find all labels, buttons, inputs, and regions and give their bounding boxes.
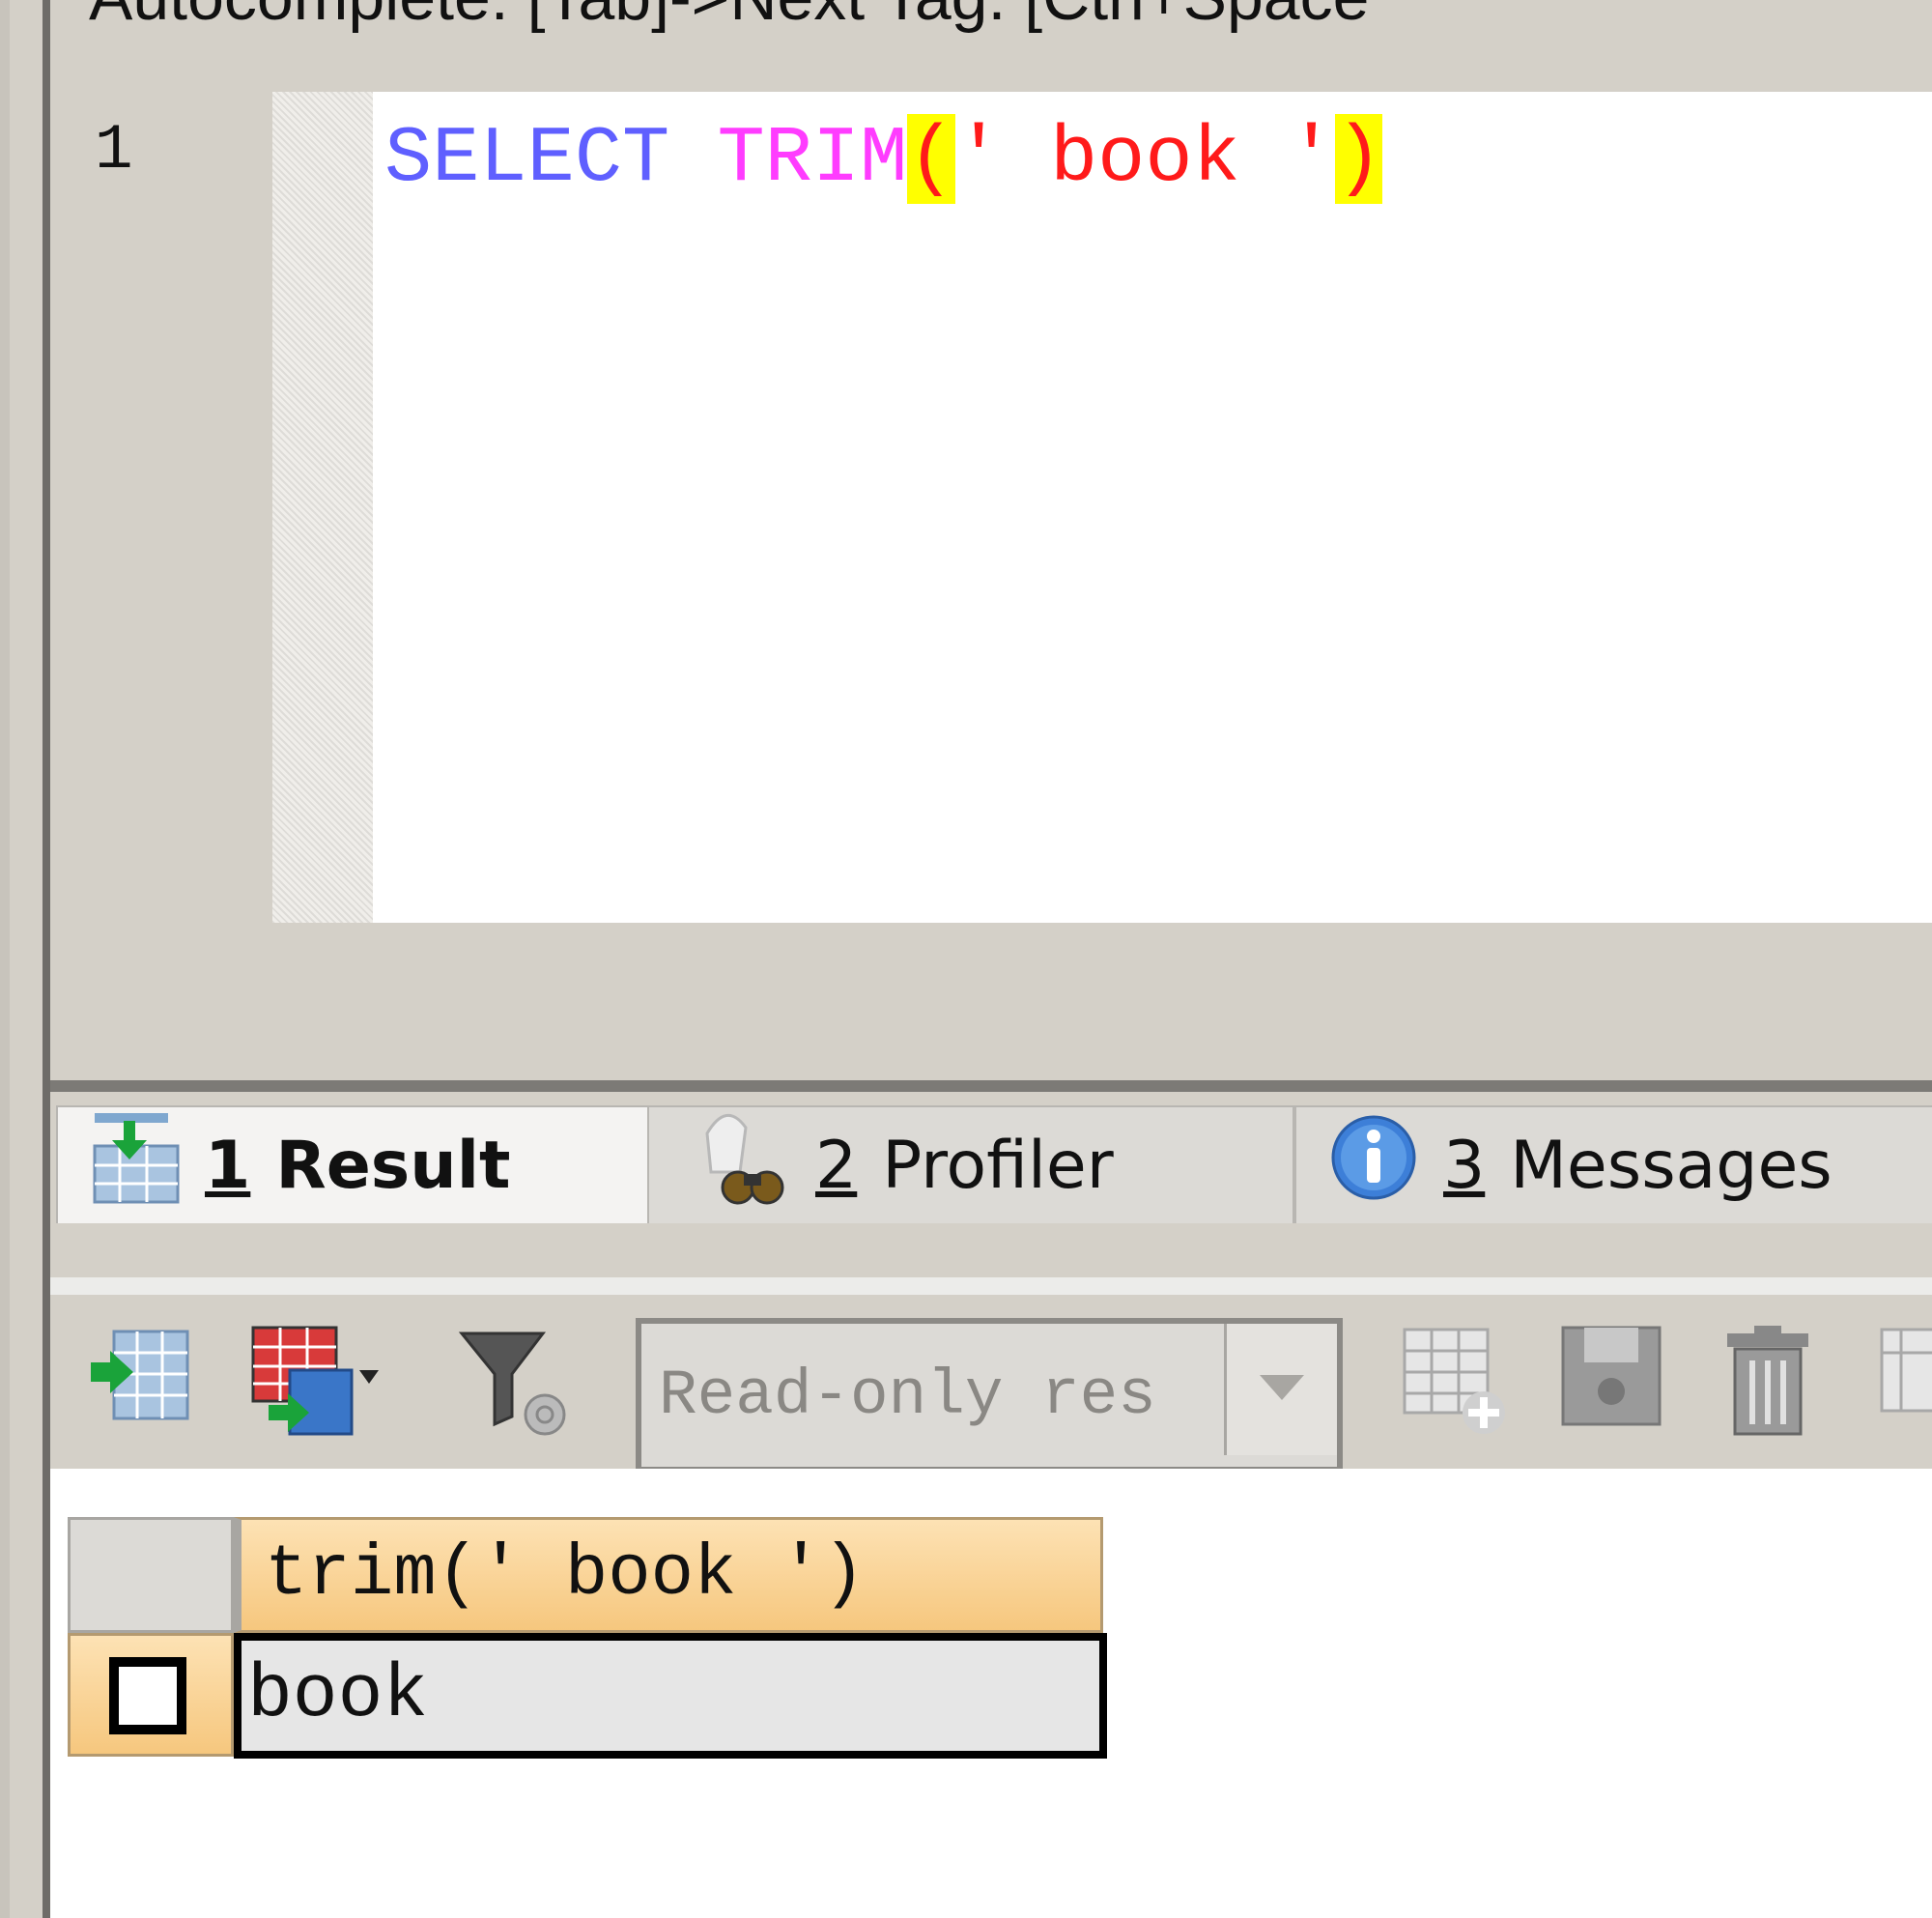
code-line-1[interactable]: SELECT TRIM(' book ') — [384, 111, 1383, 208]
row-header[interactable] — [68, 1633, 234, 1757]
sql-editor[interactable]: SELECT TRIM(' book ') — [373, 92, 1932, 923]
results-toolbar: Read-only res — [50, 1295, 1932, 1473]
info-icon — [1329, 1113, 1418, 1218]
export-icon[interactable] — [89, 1324, 195, 1434]
result-grid-icon — [91, 1111, 180, 1220]
grid-export-icon[interactable] — [249, 1324, 384, 1444]
grid-corner-cell[interactable] — [68, 1517, 234, 1633]
result-mode-select[interactable]: Read-only res — [636, 1318, 1343, 1473]
add-row-icon[interactable] — [1399, 1324, 1515, 1444]
row-select-checkbox[interactable] — [109, 1657, 186, 1734]
line-number: 1 — [95, 114, 133, 186]
window-left-edge — [0, 0, 10, 1918]
tab-messages-number: 3 — [1443, 1127, 1486, 1204]
sql-string-literal: ' book ' — [954, 114, 1336, 204]
table-cell[interactable]: book — [234, 1633, 1107, 1759]
tab-result-label: Result — [275, 1127, 511, 1204]
tab-profiler-number: 2 — [815, 1127, 858, 1204]
left-panel-strip — [10, 0, 43, 1918]
column-header[interactable]: trim(' book ') — [234, 1517, 1103, 1633]
sql-function-trim: TRIM — [717, 114, 908, 204]
filter-icon[interactable] — [456, 1324, 572, 1444]
tab-content-separator — [50, 1277, 1932, 1295]
editor-gutter — [272, 92, 373, 923]
matched-close-paren: ) — [1335, 114, 1383, 204]
left-panel-border — [43, 0, 50, 1918]
mode-dropdown-button[interactable] — [1224, 1324, 1337, 1455]
tab-messages-label: Messages — [1510, 1127, 1833, 1204]
table-cell-value: book — [247, 1653, 429, 1738]
delete-icon[interactable] — [1721, 1324, 1818, 1444]
tab-messages[interactable]: 3 Messages — [1294, 1105, 1932, 1223]
autocomplete-hint-text: Autocomplete: [Tab]->Next Tag. [Ctrl+Spa… — [89, 0, 1369, 35]
profiler-binoculars-icon — [697, 1104, 790, 1227]
save-icon[interactable] — [1559, 1324, 1665, 1434]
matched-open-paren: ( — [907, 114, 955, 204]
tab-profiler-label: Profiler — [882, 1127, 1114, 1204]
tab-profiler[interactable]: 2 Profiler — [647, 1105, 1294, 1223]
sql-keyword-select: SELECT — [384, 114, 670, 204]
tab-result[interactable]: 1 Result — [56, 1105, 649, 1223]
result-mode-value: Read-only res — [659, 1359, 1156, 1432]
tab-result-number: 1 — [205, 1127, 251, 1204]
column-header-label: trim(' book ') — [265, 1534, 866, 1616]
results-tab-bar: 1 Result 2 Profiler 3 Messages — [50, 1092, 1932, 1275]
copy-icon[interactable] — [1878, 1324, 1932, 1434]
mode-dropdown-icon — [1258, 1373, 1306, 1406]
editor-results-splitter[interactable] — [50, 1080, 1932, 1092]
autocomplete-hint-bar: Autocomplete: [Tab]->Next Tag. [Ctrl+Spa… — [50, 0, 1932, 87]
